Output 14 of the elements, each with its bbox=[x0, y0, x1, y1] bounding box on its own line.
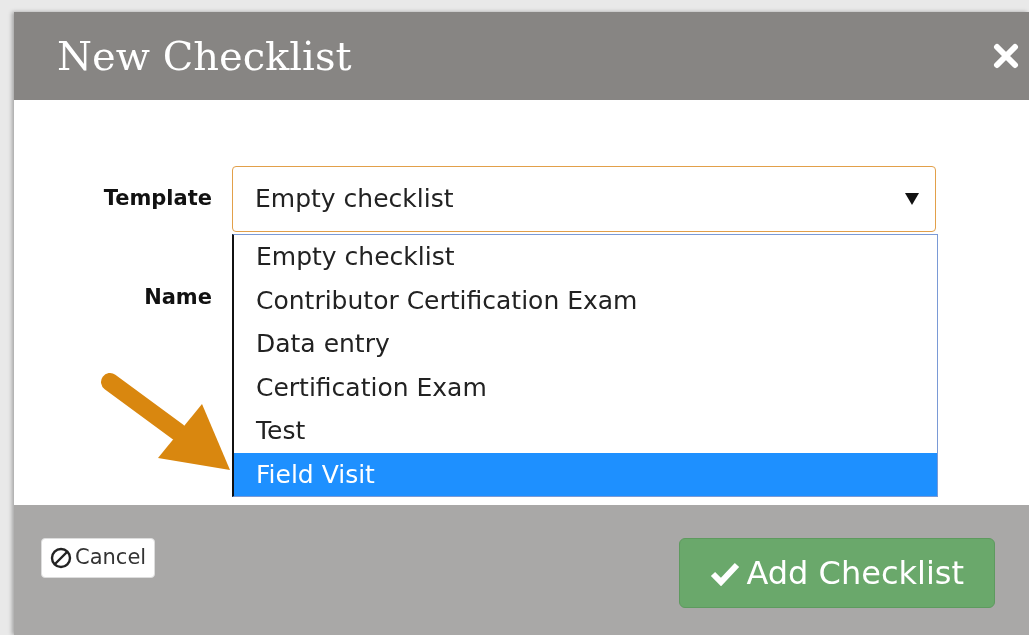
dropdown-option[interactable]: Certification Exam bbox=[234, 365, 937, 409]
check-icon bbox=[710, 560, 741, 586]
dropdown-option[interactable]: Empty checklist bbox=[234, 235, 937, 279]
cancel-button[interactable]: Cancel bbox=[41, 538, 156, 578]
caret-icon bbox=[905, 193, 919, 205]
prohibited-icon bbox=[50, 546, 72, 569]
template-select[interactable]: Empty checklist bbox=[232, 166, 936, 232]
field-label: Template bbox=[102, 185, 212, 213]
field-label: Name bbox=[143, 284, 212, 311]
dropdown-option[interactable]: Data entry bbox=[234, 322, 937, 366]
close-icon[interactable] bbox=[993, 43, 1019, 69]
dropdown-option[interactable]: Test bbox=[234, 409, 937, 453]
dialog-title: New Checklist bbox=[57, 32, 352, 81]
dropdown-option[interactable]: Contributor Certification Exam bbox=[234, 278, 937, 322]
